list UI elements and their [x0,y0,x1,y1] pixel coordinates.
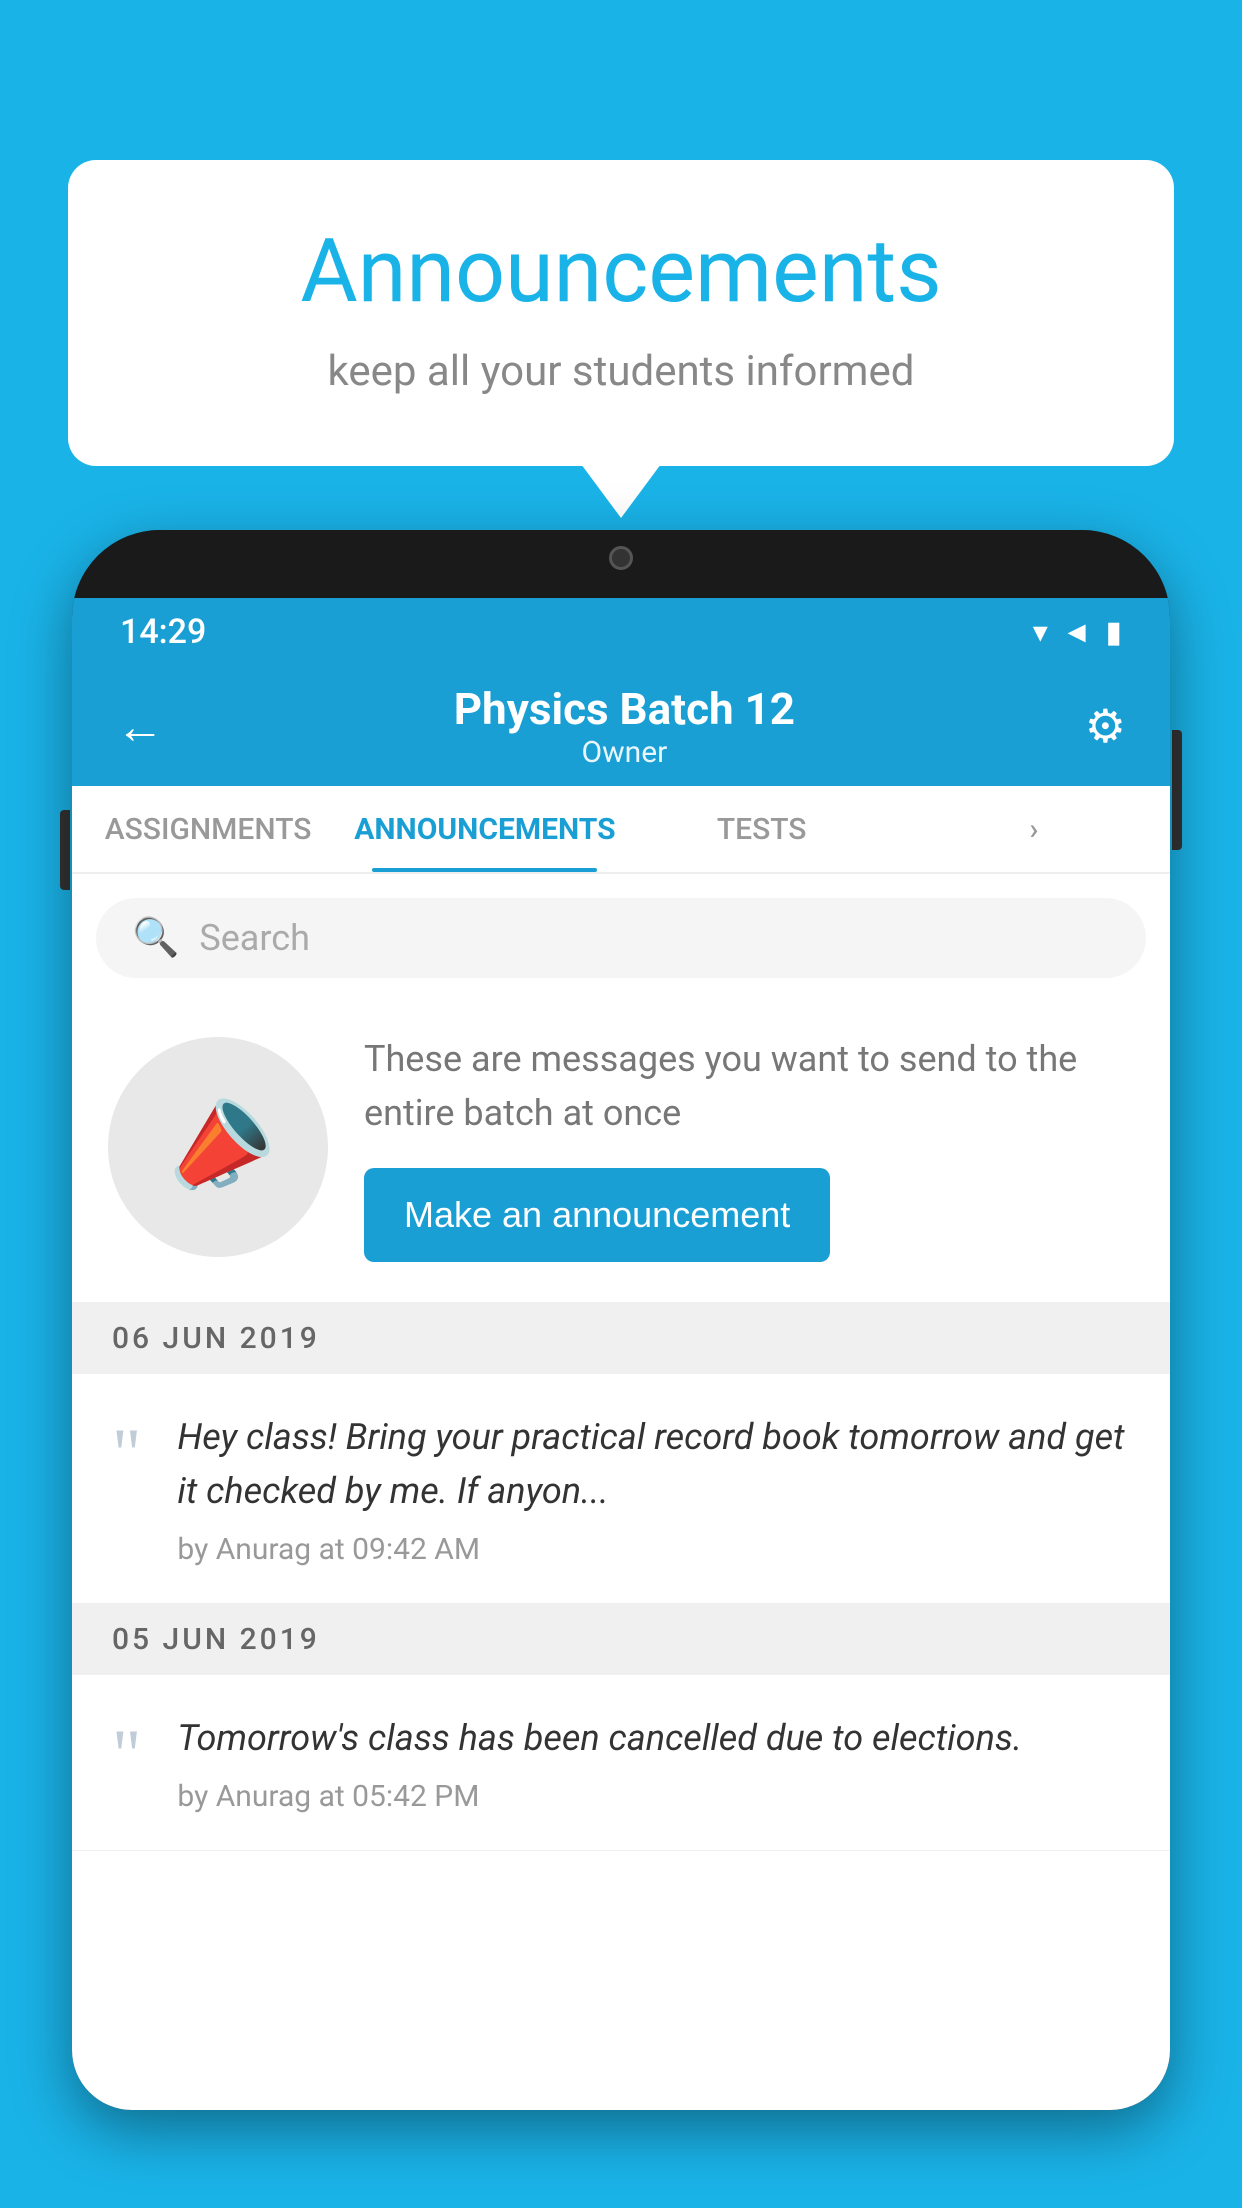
date-label-2: 05 JUN 2019 [112,1622,320,1657]
settings-icon[interactable]: ⚙ [1085,699,1126,754]
announcement-item-2[interactable]: " Tomorrow's class has been cancelled du… [72,1675,1170,1851]
back-button[interactable]: ← [116,698,164,755]
tab-announcements[interactable]: ANNOUNCEMENTS [344,786,625,872]
announcement-item-1[interactable]: " Hey class! Bring your practical record… [72,1374,1170,1604]
header-subtitle: Owner [454,735,795,770]
tab-bar: ASSIGNMENTS ANNOUNCEMENTS TESTS › [72,786,1170,874]
promo-card: 📣 These are messages you want to send to… [72,1002,1170,1303]
promo-content: These are messages you want to send to t… [364,1032,1134,1262]
announcement-meta-2: by Anurag at 05:42 PM [177,1779,1130,1814]
header-center: Physics Batch 12 Owner [454,683,795,770]
announcement-content-1: Hey class! Bring your practical record b… [177,1410,1130,1567]
power-button-right [1172,730,1182,850]
app-header: ← Physics Batch 12 Owner ⚙ [72,666,1170,786]
phone-top-bar [72,530,1170,598]
speech-bubble-container: Announcements keep all your students inf… [68,160,1174,466]
header-title: Physics Batch 12 [454,683,795,735]
quote-icon-2: " [112,1719,141,1791]
date-header-2: 05 JUN 2019 [72,1604,1170,1675]
phone-frame: 14:29 ▾ ◄ ▮ ← Physics Batch 12 Owner ⚙ A… [72,530,1170,2110]
search-placeholder: Search [199,917,310,959]
date-header-1: 06 JUN 2019 [72,1303,1170,1374]
status-bar: 14:29 ▾ ◄ ▮ [72,598,1170,666]
tab-assignments[interactable]: ASSIGNMENTS [72,786,344,872]
tab-tests[interactable]: TESTS [626,786,898,872]
make-announcement-button[interactable]: Make an announcement [364,1168,830,1262]
status-icons: ▾ ◄ ▮ [1033,615,1122,650]
tab-more[interactable]: › [898,786,1170,872]
announcement-meta-1: by Anurag at 09:42 AM [177,1532,1130,1567]
date-label-1: 06 JUN 2019 [112,1321,320,1356]
status-time: 14:29 [120,612,206,652]
speech-bubble-title: Announcements [148,220,1094,323]
signal-icon: ◄ [1062,615,1092,650]
megaphone-icon: 📣 [147,1079,288,1216]
phone-wrapper: 14:29 ▾ ◄ ▮ ← Physics Batch 12 Owner ⚙ A… [72,530,1170,2208]
announcement-content-2: Tomorrow's class has been cancelled due … [177,1711,1130,1814]
promo-description: These are messages you want to send to t… [364,1032,1134,1140]
camera [609,546,633,570]
volume-button-left [60,810,70,890]
wifi-icon: ▾ [1033,615,1048,650]
announcement-text-2: Tomorrow's class has been cancelled due … [177,1711,1130,1765]
search-bar[interactable]: 🔍 Search [96,898,1146,978]
battery-icon: ▮ [1105,615,1122,650]
promo-icon-circle: 📣 [108,1037,328,1257]
speech-bubble-subtitle: keep all your students informed [148,347,1094,396]
notch [531,530,711,584]
content-area: 🔍 Search 📣 These are messages you want t… [72,874,1170,2110]
quote-icon-1: " [112,1418,141,1490]
search-icon: 🔍 [132,916,179,960]
announcement-text-1: Hey class! Bring your practical record b… [177,1410,1130,1518]
speech-bubble: Announcements keep all your students inf… [68,160,1174,466]
